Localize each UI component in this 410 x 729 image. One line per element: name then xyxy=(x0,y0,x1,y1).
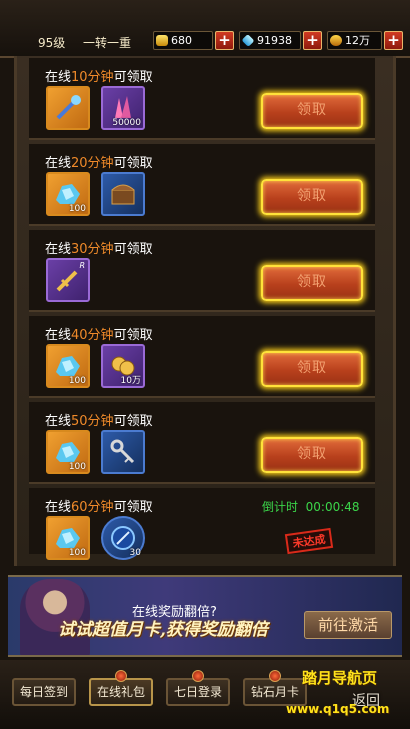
reward-row-title: 在线30分钟可领取 xyxy=(45,242,153,257)
reward-row-title: 在线50分钟可领取 xyxy=(45,414,153,429)
gold-counter: 680 + xyxy=(153,31,234,50)
diamond-value: 91938 xyxy=(257,34,292,47)
claim-button[interactable]: 领取 xyxy=(261,265,363,301)
item-count: 100 xyxy=(68,204,86,214)
rebirth-level: 一转一重 xyxy=(83,36,132,50)
tab-seven-day-login[interactable]: 七日登录 xyxy=(166,670,230,706)
tab-online-gift[interactable]: 在线礼包 xyxy=(89,670,153,706)
activate-button[interactable]: 前往激活 xyxy=(304,611,392,639)
reward-row-30min: 在线30分钟可领取 R 领取 xyxy=(29,230,375,312)
banner-slogan: 试试超值月卡,获得奖励翻倍 xyxy=(58,620,268,640)
notification-dot-icon xyxy=(192,670,204,682)
diamond-icon xyxy=(241,33,255,48)
coin-value: 12万 xyxy=(345,34,370,47)
watermark-url: www.q1q5.com xyxy=(286,702,390,716)
add-gold-button[interactable]: + xyxy=(215,31,234,50)
claim-button[interactable]: 领取 xyxy=(261,93,363,129)
reward-row-title: 在线60分钟可领取 xyxy=(45,500,153,515)
countdown-timer: 倒计时 00:00:48 xyxy=(262,500,360,514)
reward-row-title: 在线10分钟可领取 xyxy=(45,70,153,85)
item-count: 100 xyxy=(68,376,86,386)
blue-ore-icon[interactable]: 100 xyxy=(46,430,90,474)
gold-value: 680 xyxy=(171,34,192,47)
reward-row-title: 在线20分钟可领取 xyxy=(45,156,153,171)
treasure-chest-icon[interactable] xyxy=(101,172,145,216)
reward-row-50min: 在线50分钟可领取 100 领取 xyxy=(29,402,375,484)
not-reached-stamp: 未达成 xyxy=(284,527,334,555)
notification-dot-icon xyxy=(269,670,281,682)
reward-row-title: 在线40分钟可领取 xyxy=(45,328,153,343)
item-count: 10万 xyxy=(120,376,141,386)
gold-coins-icon[interactable]: 10万 xyxy=(101,344,145,388)
bottom-nav: 每日签到 在线礼包 七日登录 钻石月卡 返回 踏月导航页 www.q1q5.co… xyxy=(0,660,410,729)
key-icon[interactable] xyxy=(101,430,145,474)
tab-daily-checkin[interactable]: 每日签到 xyxy=(12,678,76,706)
top-status-bar: 95级 一转一重 680 + 91938 + 12万 + xyxy=(0,0,410,58)
add-coin-button[interactable]: + xyxy=(384,31,403,50)
claim-button[interactable]: 领取 xyxy=(261,351,363,387)
blue-ore-icon[interactable]: 100 xyxy=(46,344,90,388)
blue-orb-icon[interactable]: 30 xyxy=(101,516,145,560)
notification-dot-icon xyxy=(115,670,127,682)
crystal-icon[interactable]: 50000 xyxy=(101,86,145,130)
coin-counter: 12万 + xyxy=(327,31,403,50)
item-count: 100 xyxy=(68,548,86,558)
blue-ore-icon[interactable]: 100 xyxy=(46,516,90,560)
rarity-label: R xyxy=(79,261,85,270)
blue-ore-icon[interactable]: 100 xyxy=(46,172,90,216)
add-diamond-button[interactable]: + xyxy=(303,31,322,50)
scepter-icon[interactable] xyxy=(46,86,90,130)
monthly-card-banner[interactable]: 在线奖励翻倍? 试试超值月卡,获得奖励翻倍 前往激活 xyxy=(8,575,402,657)
diamond-counter: 91938 + xyxy=(239,31,322,50)
gold-ingot-icon xyxy=(156,35,168,46)
item-count: 30 xyxy=(129,548,141,558)
item-count: 50000 xyxy=(112,118,141,128)
reward-row-60min: 在线60分钟可领取 倒计时 00:00:48 100 30 未达成 xyxy=(29,488,375,560)
watermark-title: 踏月导航页 xyxy=(302,669,378,687)
coin-icon xyxy=(330,35,342,46)
reward-row-20min: 在线20分钟可领取 100 领取 xyxy=(29,144,375,226)
claim-button[interactable]: 领取 xyxy=(261,179,363,215)
golden-sword-icon[interactable]: R xyxy=(46,258,90,302)
player-level: 95级 xyxy=(38,36,66,50)
reward-row-40min: 在线40分钟可领取 100 10万 领取 xyxy=(29,316,375,398)
claim-button[interactable]: 领取 xyxy=(261,437,363,473)
item-count: 100 xyxy=(68,462,86,472)
reward-row-10min: 在线10分钟可领取 50000 领取 xyxy=(29,58,375,140)
